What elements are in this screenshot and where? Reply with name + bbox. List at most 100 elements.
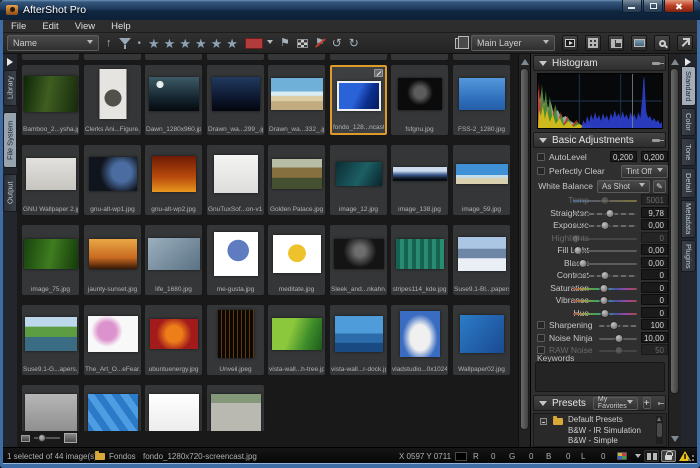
slider-track[interactable]	[573, 263, 637, 265]
star-icon[interactable]: ★	[148, 37, 160, 50]
thumbnail-cell[interactable]: image_59.jpg	[453, 145, 510, 215]
collapse-expander-icon[interactable]	[540, 418, 547, 425]
current-folder[interactable]: Fondos	[109, 452, 136, 461]
slider-track[interactable]	[599, 325, 637, 327]
thumbnail-cell-clipped[interactable]	[207, 54, 264, 60]
thumbnail-cell[interactable]: Wallpaper02.jpg	[453, 305, 510, 375]
star-icon[interactable]: ★	[226, 37, 238, 50]
thumbnail-cell[interactable]: vista-wall...r-dock.jpg	[330, 305, 387, 375]
slider-thumb[interactable]	[614, 334, 623, 343]
slider-track[interactable]	[599, 338, 637, 340]
perfectly-clear-checkbox[interactable]	[537, 167, 545, 175]
thumbnail-cell[interactable]: jaunty-sunset.jpg	[84, 225, 141, 295]
slider-thumb[interactable]	[601, 221, 610, 230]
slider-track[interactable]	[599, 350, 637, 352]
slider-track[interactable]	[573, 213, 637, 215]
thumbnail-cell-clipped[interactable]	[22, 54, 79, 60]
slider-thumb[interactable]	[601, 271, 610, 280]
sort-field-select[interactable]: Name	[7, 35, 99, 51]
keywords-input[interactable]	[535, 362, 665, 392]
chevron-down-icon[interactable]	[635, 454, 641, 461]
autolevel-checkbox[interactable]	[537, 153, 545, 161]
slider-track[interactable]	[573, 225, 637, 227]
no-rating-dot-icon[interactable]: •	[138, 38, 142, 49]
slider-track[interactable]	[573, 238, 637, 240]
thumbnail-cell[interactable]: ubuntuenergy.jpg	[145, 305, 202, 375]
slider-thumb[interactable]	[601, 196, 610, 205]
scroll-up-icon[interactable]	[671, 59, 679, 65]
slider-thumb[interactable]	[599, 284, 608, 293]
zoom-button[interactable]	[654, 35, 670, 51]
panel-tab-color[interactable]: Color	[681, 108, 696, 136]
rotate-left-icon[interactable]: ↺	[332, 37, 342, 49]
thumbnail-cell[interactable]: fsfgnu.jpg	[391, 65, 448, 135]
sort-direction-icon[interactable]: ↑	[106, 37, 112, 49]
small-thumbnail-icon[interactable]	[21, 435, 30, 442]
thumbnail-cell-clipped[interactable]	[391, 54, 448, 60]
collapse-right-panel-icon[interactable]	[685, 58, 691, 66]
thumbnail-cell[interactable]: stripes114_kde.jpg	[391, 225, 448, 295]
slider-thumb[interactable]	[601, 309, 610, 318]
star-icon[interactable]: ★	[179, 37, 191, 50]
image-view-button[interactable]	[631, 35, 647, 51]
slider-track[interactable]	[573, 275, 637, 277]
presets-scrollbar[interactable]	[656, 416, 663, 444]
thumbnail-cell[interactable]: Drawn_wa...332_.jpg	[268, 65, 325, 135]
thumbnail-cell-clipped[interactable]	[453, 54, 510, 60]
slider-value[interactable]: 0	[641, 294, 668, 305]
size-slider-track[interactable]	[34, 437, 60, 439]
layers-icon[interactable]	[455, 38, 464, 49]
slideshow-button[interactable]	[562, 35, 578, 51]
thumbnail-cell[interactable]: Dawn_1280x960.jpg	[145, 65, 202, 135]
autolevel-value-1[interactable]: 0,200	[610, 151, 637, 162]
slider-value[interactable]: 0,00	[641, 257, 668, 268]
presets-collection-select[interactable]: My Favorites	[593, 397, 638, 410]
slider-track[interactable]	[573, 300, 637, 302]
pin-icon[interactable]	[652, 139, 660, 142]
thumbnail-cell[interactable]: gnu-alt-wp1.jpg	[84, 145, 141, 215]
basic-adjustments-header[interactable]: Basic Adjustments	[533, 132, 666, 148]
panel-tab-tone[interactable]: Tone	[681, 138, 696, 166]
menu-edit[interactable]: Edit	[34, 21, 66, 32]
panel-tab-plugins[interactable]: Plugins	[681, 240, 696, 272]
thumbnail-cell[interactable]: Suse9.1-G...apers.jpg	[22, 305, 79, 375]
slider-value[interactable]: 0,00	[641, 219, 668, 230]
menu-file[interactable]: File	[3, 21, 34, 32]
slider-value[interactable]: 50	[641, 344, 668, 355]
browse-view-button[interactable]	[608, 35, 624, 51]
presets-header[interactable]: Presets My Favorites +	[533, 395, 666, 411]
thumbnail-cell[interactable]: The_Art_O...eFear.jpg	[84, 305, 141, 375]
slider-thumb[interactable]	[579, 259, 588, 268]
checkered-flag-icon[interactable]	[297, 39, 308, 48]
white-balance-eyedropper-button[interactable]: ✎	[653, 180, 666, 193]
layer-select[interactable]: Main Layer	[471, 35, 555, 51]
slider-thumb[interactable]	[571, 234, 580, 243]
slider-value[interactable]: 0	[641, 232, 668, 243]
slider-checkbox[interactable]	[537, 346, 545, 354]
panel-tab-standard[interactable]: Standard	[681, 66, 696, 106]
slider-value[interactable]: 0	[641, 269, 668, 280]
thumbnail-cell[interactable]: Suse9.1-Bl...papers.jpg	[453, 225, 510, 295]
thumbnail-cell-clipped[interactable]	[268, 54, 325, 60]
slider-track[interactable]	[573, 200, 637, 202]
star-icon[interactable]: ★	[195, 37, 207, 50]
slider-thumb[interactable]	[574, 246, 583, 255]
color-profile-icon[interactable]	[617, 452, 627, 460]
sidebar-tab-library[interactable]: Library	[3, 70, 17, 106]
panel-scrollbar-thumb[interactable]	[670, 68, 679, 394]
large-thumbnail-icon[interactable]	[64, 433, 77, 443]
grid-scrollbar-thumb[interactable]	[520, 68, 529, 430]
slider-track[interactable]	[573, 250, 637, 252]
scroll-down-icon[interactable]	[671, 436, 679, 442]
autolevel-value-2[interactable]: 0,200	[641, 151, 668, 162]
slider-checkbox[interactable]	[537, 334, 545, 342]
thumbnail-cell[interactable]: me-gusta.jpg	[207, 225, 264, 295]
thumbnail-cell[interactable]: image_138.jpg	[391, 145, 448, 215]
slider-track[interactable]	[573, 288, 637, 290]
star-icon[interactable]: ★	[211, 37, 223, 50]
flag-icon[interactable]: ⚑	[280, 38, 290, 49]
perfectly-clear-select[interactable]: Tint Off	[621, 165, 668, 178]
presets-folder-row[interactable]: Default Presets	[534, 415, 666, 426]
thumbnail-view-button[interactable]	[585, 35, 601, 51]
thumbnail-cell[interactable]: Unveil.jpeg	[207, 305, 264, 375]
